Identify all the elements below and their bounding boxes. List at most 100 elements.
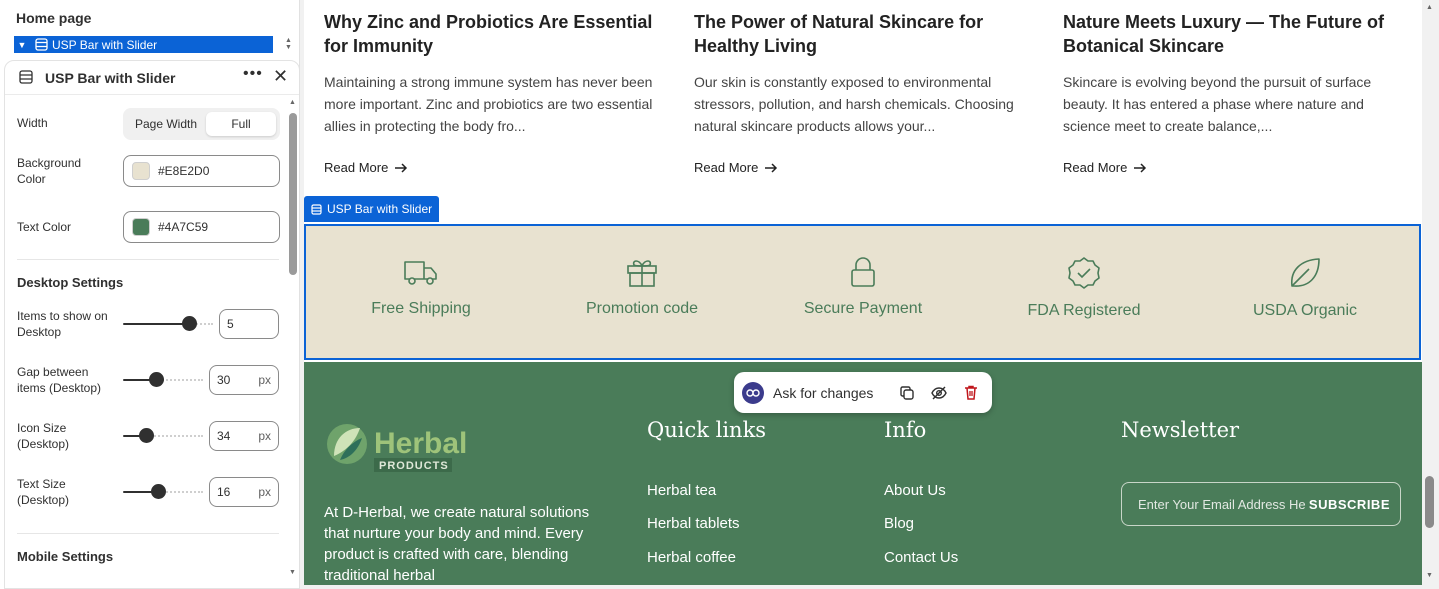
scrollbar-thumb[interactable] <box>289 113 297 275</box>
post-title[interactable]: The Power of Natural Skincare for Health… <box>694 10 1044 58</box>
scroll-up-arrow[interactable]: ▲ <box>1426 4 1433 11</box>
section-icon <box>19 70 33 89</box>
leaf-icon <box>1291 258 1320 287</box>
selected-section-tag[interactable]: USP Bar with Slider <box>304 196 440 222</box>
section-icon <box>30 38 52 51</box>
page-title: Home page <box>16 10 92 26</box>
text-size-desktop-slider[interactable] <box>123 484 203 499</box>
icon-size-desktop-slider[interactable] <box>123 428 203 443</box>
slider-handle[interactable] <box>139 428 154 443</box>
ask-for-changes-toolbar: Ask for changes <box>734 372 992 413</box>
gap-desktop-label: Gap between items (Desktop) <box>17 365 102 395</box>
lock-icon <box>851 257 875 287</box>
icon-size-desktop-input[interactable]: 34 px <box>209 421 279 451</box>
post-title[interactable]: Why Zinc and Probiotics Are Essential fo… <box>324 10 674 58</box>
text-size-desktop-input[interactable]: 16 px <box>209 477 279 507</box>
arrow-right-icon <box>395 162 408 173</box>
post-excerpt: Our skin is constantly exposed to enviro… <box>694 74 1014 134</box>
hide-eye-icon[interactable] <box>923 386 955 400</box>
blog-post-card[interactable]: The Power of Natural Skincare for Health… <box>694 10 1044 175</box>
divider <box>17 259 279 260</box>
herbal-logo[interactable]: Herbal PRODUCTS <box>324 420 484 476</box>
icon-size-desktop-label: Icon Size (Desktop) <box>17 421 70 451</box>
section-icon <box>311 203 322 215</box>
items-desktop-label: Items to show on Desktop <box>17 309 108 339</box>
scrollbar-thumb[interactable] <box>1425 476 1434 528</box>
slider-handle[interactable] <box>149 372 164 387</box>
truck-icon <box>404 261 437 285</box>
footer-link[interactable]: About Us <box>884 482 946 499</box>
panel-title: USP Bar with Slider <box>45 70 176 86</box>
slider-handle[interactable] <box>151 484 166 499</box>
slider-handle[interactable] <box>182 316 197 331</box>
footer-link[interactable]: Contact Us <box>884 549 958 566</box>
blog-post-card[interactable]: Why Zinc and Probiotics Are Essential fo… <box>324 10 674 175</box>
panel-header: USP Bar with Slider ••• ✕ <box>5 61 299 95</box>
footer-link[interactable]: Herbal tea <box>647 482 716 499</box>
more-options-icon[interactable]: ••• <box>243 65 263 83</box>
scroll-down-arrow[interactable]: ▼ <box>1426 572 1433 579</box>
usp-item[interactable]: Free Shipping <box>321 256 521 318</box>
bg-color-field[interactable]: #E8E2D0 <box>123 155 280 187</box>
items-desktop-input[interactable]: 5 <box>219 309 279 339</box>
assistant-avatar-icon <box>742 381 764 404</box>
text-color-field[interactable]: #4A7C59 <box>123 211 280 243</box>
scroll-down-arrow[interactable]: ▼ <box>289 569 296 576</box>
info-heading: Info <box>884 418 927 442</box>
arrow-right-icon <box>765 162 778 173</box>
selected-section-label: USP Bar with Slider <box>52 37 158 52</box>
usp-bar[interactable]: Free Shipping Promotion code Secure Paym… <box>304 224 1421 360</box>
subscribe-button[interactable]: SUBSCRIBE <box>1309 497 1390 512</box>
footer-link[interactable]: Herbal tablets <box>647 515 740 532</box>
post-title[interactable]: Nature Meets Luxury — The Future of Bota… <box>1063 10 1413 58</box>
newsletter-email-input[interactable]: Enter Your Email Address Here <box>1138 497 1306 512</box>
text-color-value: #4A7C59 <box>158 220 209 234</box>
panel-scrollbar[interactable]: ▲ ▼ <box>289 99 297 576</box>
text-color-swatch[interactable] <box>132 218 150 236</box>
svg-text:Herbal: Herbal <box>374 427 467 460</box>
post-excerpt: Skincare is evolving beyond the pursuit … <box>1063 74 1372 134</box>
preview-scrollbar[interactable]: ▲ ▼ <box>1422 0 1439 585</box>
scroll-up-arrow[interactable]: ▲ <box>289 99 296 106</box>
bg-color-value: #E8E2D0 <box>158 164 210 178</box>
badge-check-icon <box>1068 257 1100 289</box>
items-desktop-slider[interactable] <box>123 316 213 331</box>
read-more-link[interactable]: Read More <box>1063 160 1413 175</box>
width-label: Width <box>17 116 48 130</box>
usp-item[interactable]: USDA Organic <box>1205 256 1405 320</box>
usp-item[interactable]: Promotion code <box>542 256 742 318</box>
footer-link[interactable]: Herbal coffee <box>647 549 736 566</box>
gift-icon <box>627 260 657 287</box>
editor-sidebar: Home page ▼ USP Bar with Slider ▲ ▼ USP B… <box>0 0 300 589</box>
text-color-label: Text Color <box>17 220 72 234</box>
close-icon[interactable]: ✕ <box>273 66 288 87</box>
post-excerpt: Maintaining a strong immune system has n… <box>324 74 653 134</box>
svg-text:PRODUCTS: PRODUCTS <box>379 460 449 472</box>
width-option-full[interactable]: Full <box>206 112 276 136</box>
gap-desktop-slider[interactable] <box>123 372 203 387</box>
duplicate-icon[interactable] <box>891 385 923 400</box>
blog-post-card[interactable]: Nature Meets Luxury — The Future of Bota… <box>1063 10 1413 175</box>
width-option-page[interactable]: Page Width <box>127 112 205 136</box>
bg-color-label: Background Color <box>17 156 82 186</box>
gap-desktop-input[interactable]: 30 px <box>209 365 279 395</box>
read-more-link[interactable]: Read More <box>324 160 674 175</box>
footer-link[interactable]: Blog <box>884 515 914 532</box>
blog-posts-section: Why Zinc and Probiotics Are Essential fo… <box>304 0 1422 196</box>
usp-item[interactable]: FDA Registered <box>984 256 1184 320</box>
selected-section-item[interactable]: ▼ USP Bar with Slider <box>14 36 273 53</box>
tree-scroll-arrows[interactable]: ▲ ▼ <box>285 37 292 51</box>
newsletter-heading: Newsletter <box>1121 418 1240 442</box>
delete-trash-icon[interactable] <box>955 385 987 400</box>
desktop-settings-heading: Desktop Settings <box>17 275 124 290</box>
usp-item[interactable]: Secure Payment <box>763 256 963 318</box>
ask-for-changes-button[interactable]: Ask for changes <box>773 385 891 401</box>
read-more-link[interactable]: Read More <box>694 160 1044 175</box>
newsletter-form: Enter Your Email Address Here SUBSCRIBE <box>1121 482 1401 526</box>
bg-color-swatch[interactable] <box>132 162 150 180</box>
text-size-desktop-label: Text Size (Desktop) <box>17 477 70 507</box>
footer-about-text: At D-Herbal, we create natural solutions… <box>324 504 590 584</box>
mobile-settings-heading: Mobile Settings <box>17 549 114 564</box>
chevron-down-icon[interactable]: ▼ <box>14 40 30 50</box>
divider <box>17 533 279 534</box>
